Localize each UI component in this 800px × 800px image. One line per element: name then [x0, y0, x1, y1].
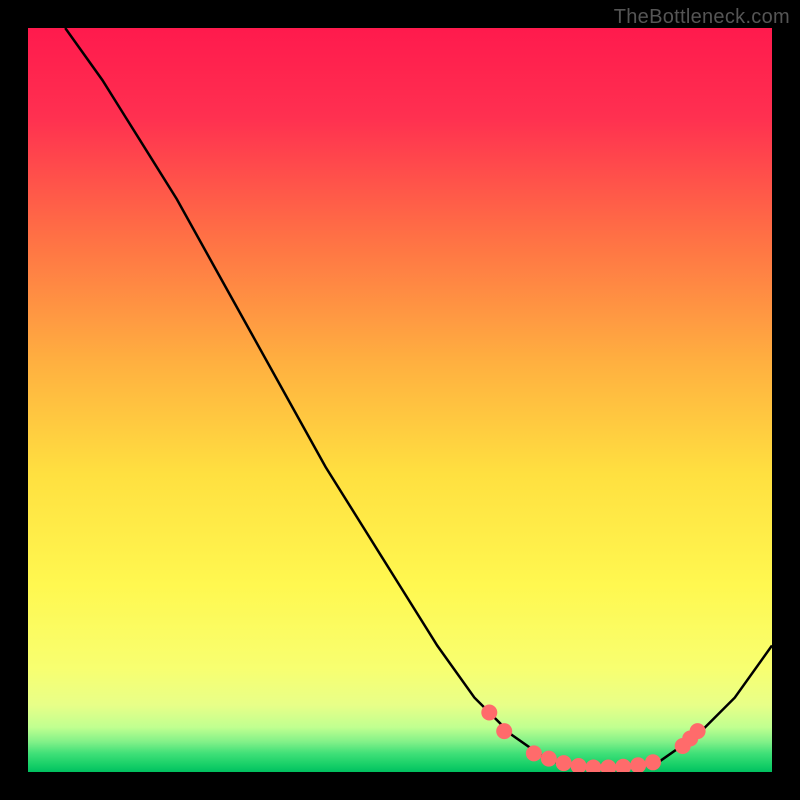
- data-marker: [541, 751, 557, 767]
- chart-svg: [28, 28, 772, 772]
- data-marker: [645, 754, 661, 770]
- watermark-text: TheBottleneck.com: [614, 6, 790, 29]
- data-marker: [526, 745, 542, 761]
- data-marker: [556, 755, 572, 771]
- data-marker: [481, 705, 497, 721]
- data-marker: [690, 723, 706, 739]
- data-marker: [496, 723, 512, 739]
- chart-container: [28, 28, 772, 772]
